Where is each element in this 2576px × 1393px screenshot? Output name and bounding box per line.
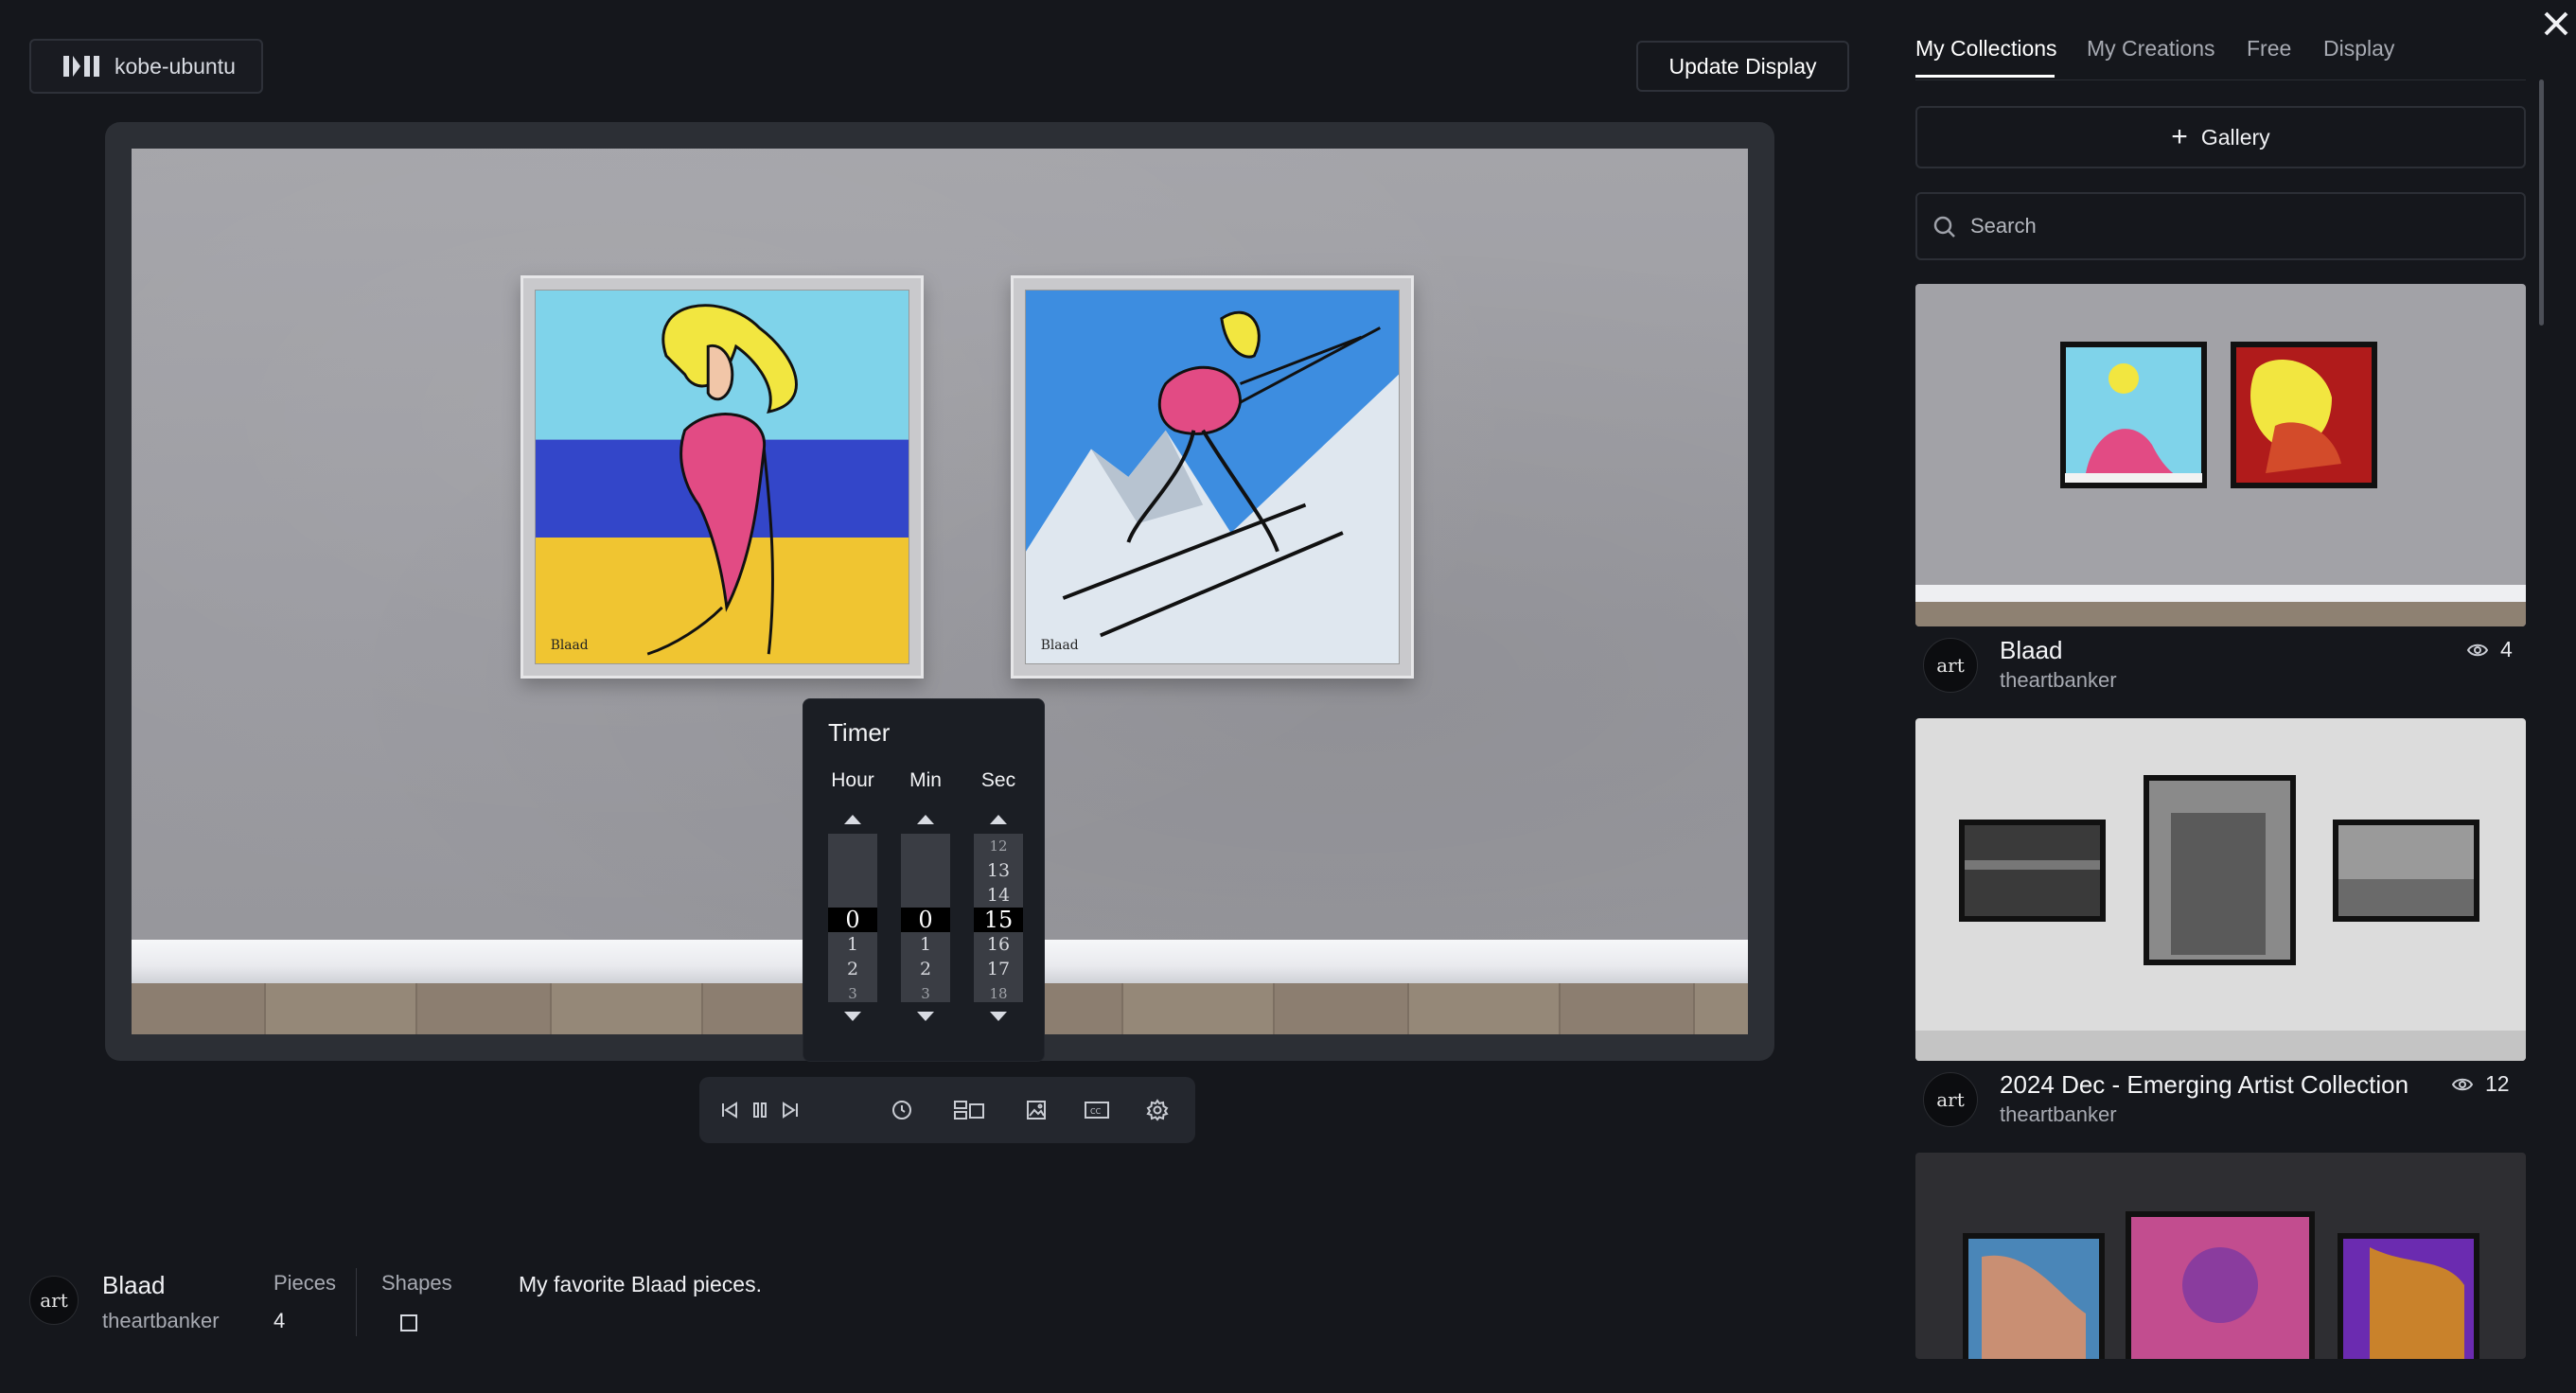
pieces-count: 4: [273, 1309, 286, 1332]
collection-card-thumbnail[interactable]: [1915, 284, 2526, 626]
tab-my-creations[interactable]: My Creations: [2087, 36, 2214, 62]
card-avatar: art: [1923, 1072, 1978, 1127]
collection-description: My favorite Blaad pieces.: [519, 1272, 762, 1296]
collection-name: Blaad: [102, 1271, 166, 1299]
svg-text:Blaad: Blaad: [1041, 638, 1079, 653]
pause-icon[interactable]: [749, 1099, 771, 1121]
min-wheel[interactable]: 0 1 2 3: [901, 834, 950, 1002]
hour-down-arrow-icon[interactable]: [844, 1012, 861, 1021]
collection-card-thumbnail[interactable]: [1915, 1153, 2526, 1359]
hour-row: 2: [846, 959, 859, 979]
sec-wheel[interactable]: 12 13 14 15 16 17 18: [974, 834, 1023, 1002]
tab-free[interactable]: Free: [2247, 36, 2291, 62]
sec-row: 17: [986, 959, 1011, 979]
panel-scrollbar[interactable]: [2539, 79, 2544, 326]
min-selected: 0: [901, 908, 950, 932]
close-icon[interactable]: [2540, 8, 2572, 40]
min-row: [901, 834, 950, 858]
playback-toolbar: CC: [699, 1077, 1195, 1143]
sec-row: 18: [989, 985, 1008, 1002]
card-count: 4: [2466, 637, 2513, 662]
layout-icon[interactable]: [953, 1099, 985, 1121]
hour-up-arrow-icon[interactable]: [844, 815, 861, 824]
tabs-divider: [1915, 79, 2526, 80]
svg-text:CC: CC: [1090, 1107, 1102, 1116]
cc-icon[interactable]: CC: [1084, 1099, 1110, 1121]
artwork-skier: Blaad: [1011, 275, 1414, 679]
display-logo-icon: [63, 56, 99, 77]
timer-min-label: Min: [909, 769, 942, 791]
card-count: 12: [2451, 1071, 2510, 1097]
gallery-label: Gallery: [2200, 124, 2270, 150]
card-owner: theartbanker: [2000, 668, 2117, 692]
timer-hour-column: Hour 0 1 2 3: [828, 769, 877, 1021]
device-selector[interactable]: kobe-ubuntu: [29, 39, 263, 94]
card-title[interactable]: 2024 Dec - Emerging Artist Collection: [2000, 1070, 2408, 1100]
update-display-button[interactable]: Update Display: [1636, 41, 1849, 92]
sec-row: 13: [986, 860, 1011, 881]
hour-wheel[interactable]: 0 1 2 3: [828, 834, 877, 1002]
card-owner: theartbanker: [2000, 1102, 2117, 1126]
eye-icon: [2451, 1078, 2474, 1090]
collection-card-thumbnail[interactable]: [1915, 718, 2526, 1061]
card-count-value: 12: [2485, 1071, 2510, 1096]
card-avatar: art: [1923, 638, 1978, 693]
image-icon[interactable]: [1025, 1099, 1048, 1121]
min-row: 2: [919, 959, 932, 979]
collection-owner: theartbanker: [102, 1309, 220, 1332]
plus-icon: +: [2171, 121, 2188, 152]
svg-text:Blaad: Blaad: [551, 638, 589, 653]
hour-row: [828, 883, 877, 908]
hour-row: [828, 834, 877, 858]
sec-down-arrow-icon[interactable]: [990, 1012, 1007, 1021]
timer-hour-label: Hour: [831, 769, 874, 791]
sec-selected: 15: [974, 908, 1023, 932]
sec-row: 14: [986, 885, 1011, 906]
search-box: [1915, 192, 2526, 260]
min-row: 1: [919, 934, 932, 955]
min-row: [901, 883, 950, 908]
artwork-beach: Blaad: [520, 275, 924, 679]
timer-title: Timer: [828, 718, 891, 747]
square-shape-icon[interactable]: [400, 1314, 417, 1331]
sec-row: 16: [986, 934, 1011, 955]
sec-up-arrow-icon[interactable]: [990, 815, 1007, 824]
min-row: 3: [921, 985, 930, 1002]
device-name: kobe-ubuntu: [115, 53, 236, 79]
shapes-label: Shapes: [381, 1271, 452, 1295]
min-row: [901, 858, 950, 883]
hour-selected: 0: [828, 908, 877, 932]
active-tab-indicator: [1915, 75, 2055, 78]
sec-row: 12: [989, 838, 1008, 855]
collection-avatar: art: [29, 1276, 79, 1325]
min-down-arrow-icon[interactable]: [917, 1012, 934, 1021]
skip-forward-icon[interactable]: [779, 1099, 802, 1121]
add-gallery-button[interactable]: + Gallery: [1915, 106, 2526, 168]
pieces-label: Pieces: [273, 1271, 337, 1295]
clock-icon[interactable]: [891, 1099, 913, 1121]
timer-sec-column: Sec 12 13 14 15 16 17 18: [974, 769, 1023, 1021]
timer-popup: Timer Hour 0 1 2 3 Min 0 1 2 3 Sec 12 13…: [803, 698, 1045, 1062]
min-up-arrow-icon[interactable]: [917, 815, 934, 824]
skip-back-icon[interactable]: [718, 1099, 741, 1121]
tab-my-collections[interactable]: My Collections: [1915, 36, 2057, 62]
gear-icon[interactable]: [1146, 1099, 1169, 1121]
card-title[interactable]: Blaad: [2000, 636, 2063, 665]
hour-row: 1: [846, 934, 859, 955]
card-count-value: 4: [2500, 637, 2513, 661]
search-input[interactable]: [1970, 207, 2500, 245]
tab-display[interactable]: Display: [2323, 36, 2394, 62]
eye-icon: [2466, 644, 2489, 656]
search-icon: [1932, 215, 1957, 239]
info-divider: [356, 1268, 357, 1336]
hour-row: [828, 858, 877, 883]
hour-row: 3: [848, 985, 857, 1002]
timer-sec-label: Sec: [980, 769, 1016, 791]
timer-min-column: Min 0 1 2 3: [901, 769, 950, 1021]
